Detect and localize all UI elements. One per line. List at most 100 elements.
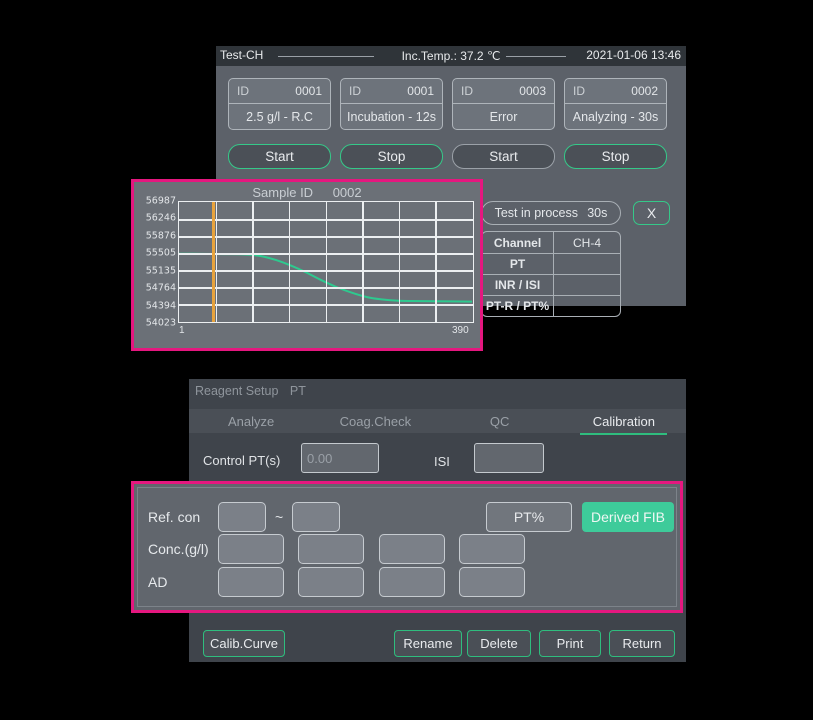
result-table: Channel CH-4 PT INR / ISI PT-R / PT% <box>481 231 621 317</box>
test-in-process-status: Test in process 30s <box>481 201 621 225</box>
system-datetime: 2021-01-06 13:46 <box>586 48 681 62</box>
pt-percent-button[interactable]: PT% <box>486 502 572 532</box>
channel-id-cell-1: ID 0001 <box>228 78 331 104</box>
grid-line-horizontal <box>179 270 473 272</box>
rename-button[interactable]: Rename <box>394 630 462 657</box>
tab-calibration[interactable]: Calibration <box>562 409 686 435</box>
title-divider-right <box>506 56 566 57</box>
dialog-title: Reagent Setup PT <box>195 384 306 398</box>
ad-input-3[interactable] <box>379 567 445 597</box>
tab-analyze[interactable]: Analyze <box>189 409 313 433</box>
ref-con-to-input[interactable] <box>292 502 340 532</box>
calib-curve-button[interactable]: Calib.Curve <box>203 630 285 657</box>
return-button[interactable]: Return <box>609 630 675 657</box>
channel-3-start-button[interactable]: Start <box>452 144 555 169</box>
ref-con-separator: ~ <box>275 509 284 525</box>
grid-line-horizontal <box>179 219 473 221</box>
channel-card-1: ID 0001 2.5 g/l - R.C <box>228 78 331 130</box>
result-key-ptr-ptpct: PT-R / PT% <box>482 296 554 316</box>
channel-id-value-1: 0001 <box>295 84 322 98</box>
table-row: INR / ISI <box>482 274 620 295</box>
derived-fib-button[interactable]: Derived FIB <box>582 502 674 532</box>
conc-input-3[interactable] <box>379 534 445 564</box>
channel-id-cell-4: ID 0002 <box>564 78 667 104</box>
result-key-inr-isi: INR / ISI <box>482 275 554 295</box>
channel-action-row: Start Stop Start Stop <box>228 144 667 169</box>
control-pt-label: Control PT(s) <box>203 453 281 468</box>
channel-id-label-1: ID <box>237 84 249 98</box>
channel-2-stop-button[interactable]: Stop <box>340 144 443 169</box>
close-icon[interactable]: X <box>633 201 670 225</box>
delete-button[interactable]: Delete <box>467 630 531 657</box>
y-axis-tick-label: 54764 <box>145 282 176 294</box>
ad-label: AD <box>148 574 168 590</box>
channel-status-3: Error <box>452 104 555 130</box>
y-axis-tick-label: 56246 <box>145 212 176 224</box>
isi-input[interactable] <box>474 443 544 473</box>
ref-con-from-input[interactable] <box>218 502 266 532</box>
plot-area: 56987 56246 55876 55505 55135 54764 54394 54023… <box>134 195 480 351</box>
dialog-tab-bar: Analyze Coag.Check QC Calibration <box>189 409 686 435</box>
screen-root: Test-CH Inc.Temp.: 37.2 ℃ 2021-01-06 13:… <box>0 0 813 720</box>
channel-status-1: 2.5 g/l - R.C <box>228 104 331 130</box>
result-value-pt <box>554 254 620 274</box>
dialog-title-sub: PT <box>289 384 306 398</box>
grid-line-horizontal <box>179 304 473 306</box>
result-value-channel: CH-4 <box>572 235 601 250</box>
channel-id-cell-3: ID 0003 <box>452 78 555 104</box>
conc-label: Conc.(g/l) <box>148 541 209 557</box>
channel-1-start-button[interactable]: Start <box>228 144 331 169</box>
calibration-input-panel: Ref. con ~ PT% Derived FIB Conc.(g/l) AD <box>131 481 683 613</box>
conc-input-2[interactable] <box>298 534 364 564</box>
grid-line-horizontal <box>179 236 473 238</box>
sample-curve-panel: Sample ID 0002 56987 56246 55876 55505 55135… <box>131 179 483 351</box>
isi-label: ISI <box>434 454 450 469</box>
channel-card-2: ID 0001 Incubation - 12s <box>340 78 443 130</box>
y-axis-tick-labels: 56987 56246 55876 55505 55135 54764 54394 54023 <box>138 195 176 329</box>
control-pt-input[interactable]: 0.00 <box>301 443 379 473</box>
x-axis-max-label: 390 <box>452 325 469 336</box>
channel-card-4: ID 0002 Analyzing - 30s <box>564 78 667 130</box>
test-in-process-label: Test in process <box>494 206 578 220</box>
test-in-process-timer: 30s <box>587 206 608 220</box>
y-axis-tick-label: 56987 <box>145 195 176 207</box>
y-axis-tick-label: 55876 <box>145 230 176 242</box>
tab-coag-check[interactable]: Coag.Check <box>313 409 437 433</box>
y-axis-tick-label: 54023 <box>145 317 176 329</box>
calibration-form-top: Control PT(s) 0.00 ISI <box>189 435 686 483</box>
channel-id-value-3: 0003 <box>519 84 546 98</box>
dialog-footer: Calib.Curve Rename Delete Print Return <box>189 625 686 662</box>
result-key-pt: PT <box>482 254 554 274</box>
y-axis-tick-label: 55135 <box>145 265 176 277</box>
x-axis-min-label: 1 <box>179 325 185 336</box>
y-axis-tick-label: 55505 <box>145 247 176 259</box>
table-row: PT <box>482 253 620 274</box>
channel-status-2: Incubation - 12s <box>340 104 443 130</box>
channel-card-3: ID 0003 Error <box>452 78 555 130</box>
channel-4-stop-button[interactable]: Stop <box>564 144 667 169</box>
plot-box[interactable] <box>178 201 474 323</box>
grid-line-horizontal <box>179 287 473 289</box>
analyzer-title-bar: Test-CH Inc.Temp.: 37.2 ℃ 2021-01-06 13:… <box>216 46 686 66</box>
channel-status-4: Analyzing - 30s <box>564 104 667 130</box>
tab-qc[interactable]: QC <box>438 409 562 433</box>
table-row: PT-R / PT% <box>482 295 620 316</box>
cursor-marker-line <box>212 202 216 322</box>
test-process-area: Test in process 30s X Channel CH-4 PT IN… <box>481 201 670 317</box>
grid-line-horizontal <box>179 253 473 255</box>
y-axis-tick-label: 54394 <box>145 300 176 312</box>
channel-id-label-3: ID <box>461 84 473 98</box>
conc-input-4[interactable] <box>459 534 525 564</box>
ad-input-1[interactable] <box>218 567 284 597</box>
ad-input-2[interactable] <box>298 567 364 597</box>
channel-id-label-2: ID <box>349 84 361 98</box>
print-button[interactable]: Print <box>539 630 601 657</box>
ad-input-4[interactable] <box>459 567 525 597</box>
channel-id-value-2: 0001 <box>407 84 434 98</box>
channel-card-row: ID 0001 2.5 g/l - R.C ID 0001 Incubation… <box>228 78 667 130</box>
channel-id-value-4: 0002 <box>631 84 658 98</box>
channel-id-cell-2: ID 0001 <box>340 78 443 104</box>
conc-input-1[interactable] <box>218 534 284 564</box>
result-key-channel: Channel <box>482 232 554 253</box>
table-row: Channel CH-4 <box>482 232 620 253</box>
